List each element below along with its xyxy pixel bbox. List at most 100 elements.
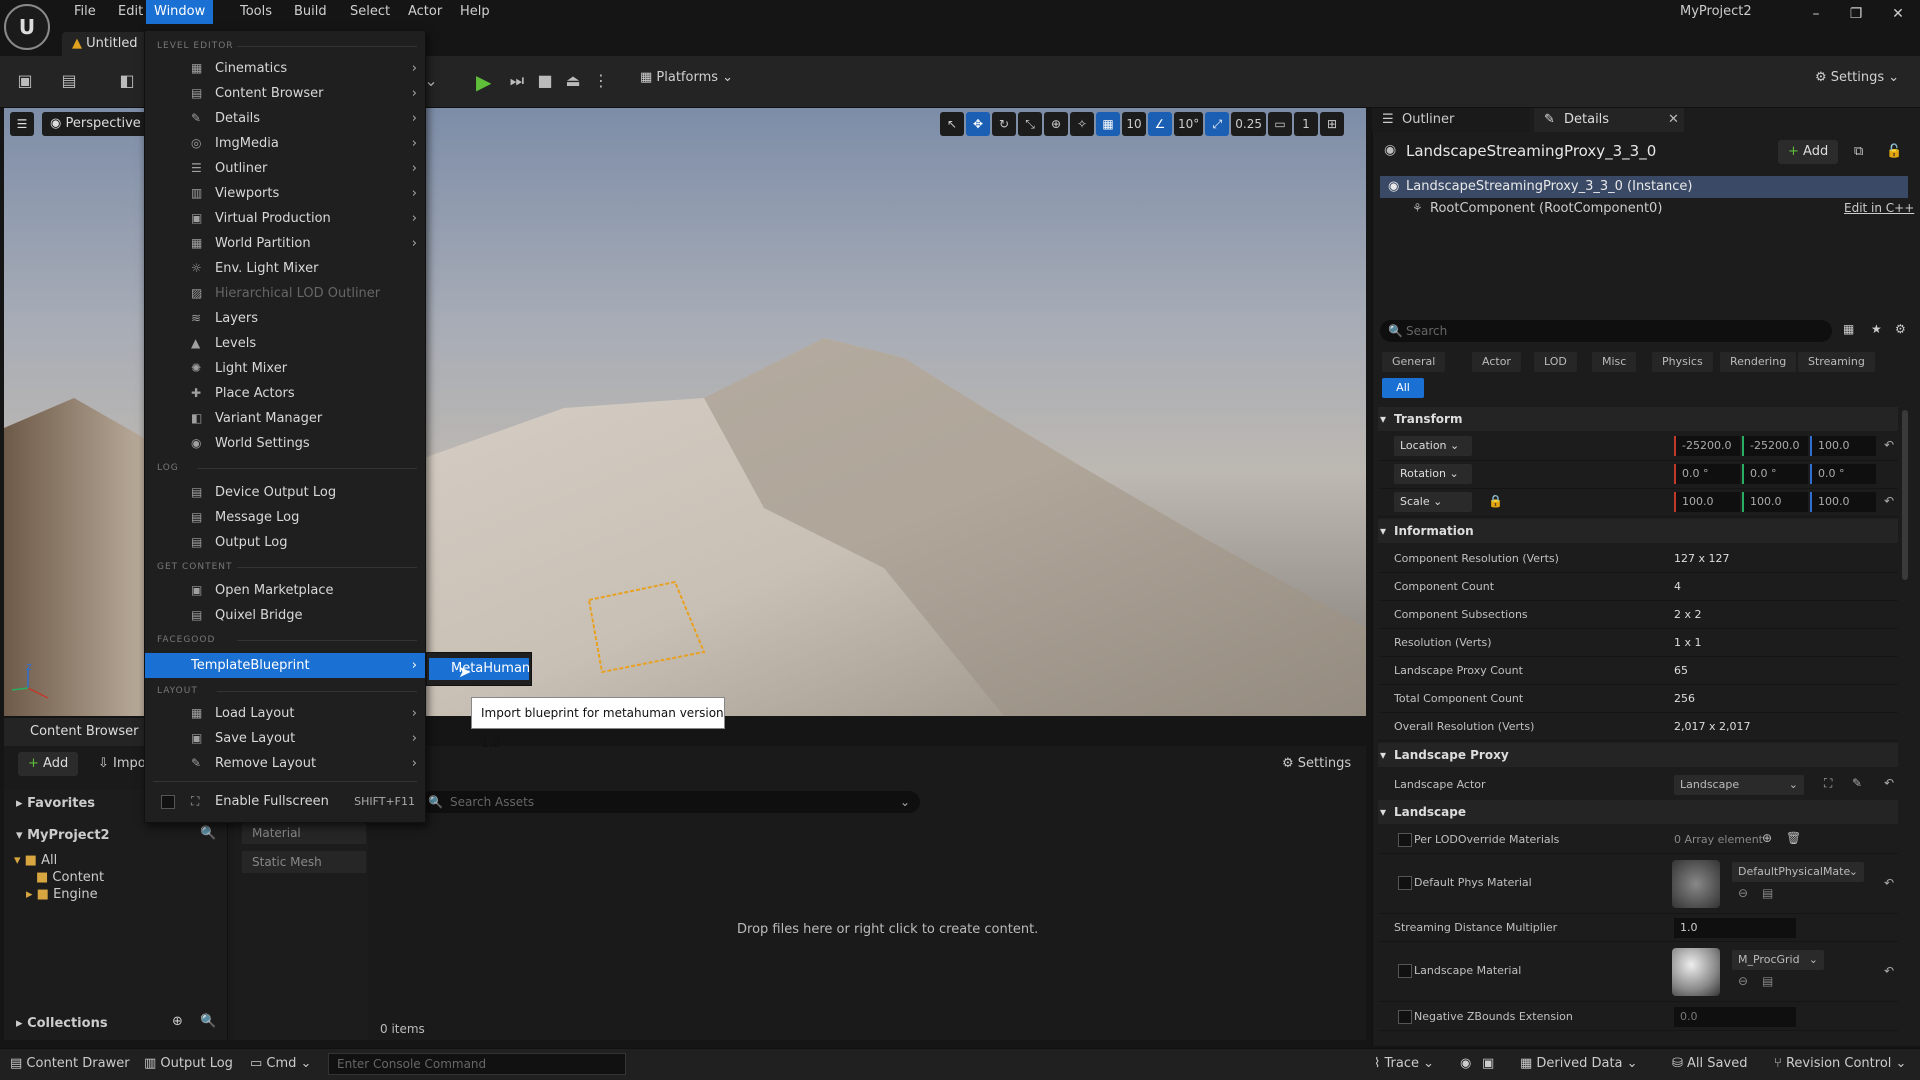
rotation-z[interactable]: 0.0 ° [1810,464,1876,484]
neg-zbounds-input[interactable]: 0.0 [1674,1007,1796,1027]
derived-data-button[interactable]: ▦ Derived Data ⌄ [1520,1056,1638,1071]
menu-item-content-browser[interactable]: ▤ Content Browser › [145,81,425,106]
console-input[interactable]: Enter Console Command [328,1053,626,1075]
translate-icon[interactable]: ✥ [966,112,990,136]
menu-item-outliner[interactable]: ☰ Outliner › [145,156,425,181]
layout-icon[interactable]: ⊞ [1320,112,1344,136]
menu-item-output-log[interactable]: ▤ Output Log [145,530,425,555]
project-header[interactable]: ▾ MyProject2 [16,828,110,843]
add-element-icon[interactable]: ⊕ [1762,831,1772,845]
details-scrollbar[interactable] [1902,410,1908,580]
cb-import-button[interactable]: ⇩ Impo [98,752,146,776]
scale-z[interactable]: 100.0 [1810,492,1876,512]
grid-snap-value[interactable]: 10 [1122,112,1146,136]
per-lod-checkbox[interactable] [1398,833,1412,847]
location-y[interactable]: -25200.0 [1742,436,1808,456]
menu-item-enable-fullscreen[interactable]: ⛶ Enable Fullscreen SHIFT+F11 [145,789,425,814]
search-icon[interactable]: 🔍 [200,1014,216,1029]
menu-help[interactable]: Help [452,0,498,24]
menu-window[interactable]: Window [146,0,214,24]
perspective-button[interactable]: ◉ Perspective [42,112,149,136]
menu-item-details[interactable]: ✎ Details › [145,106,425,131]
use-selected-icon[interactable]: ⊖ [1738,974,1748,988]
landscape-material-dropdown[interactable]: M_ProcGrid ⌄ [1732,950,1824,970]
select-mode-icon[interactable]: ↖ [940,112,964,136]
details-search-input[interactable]: 🔍 Search [1380,320,1832,342]
rotate-icon[interactable]: ↻ [992,112,1016,136]
fullscreen-checkbox[interactable] [161,795,175,809]
rotation-dropdown[interactable]: Rotation ⌄ [1394,464,1472,484]
camera-speed-value[interactable]: 1 [1294,112,1318,136]
menu-item-metahuman[interactable]: MetaHuman [429,658,530,680]
step-icon[interactable]: ⏭ [506,70,528,92]
gear-icon[interactable]: ⚙ [1895,322,1906,336]
menu-tools[interactable]: Tools [232,0,280,24]
tab-details[interactable]: ✎ Details [1534,108,1684,132]
menu-file[interactable]: File [66,0,104,24]
scale-snap-icon[interactable]: ⤢ [1205,112,1230,136]
menu-item-device-output-log[interactable]: ▤ Device Output Log [145,480,425,505]
menu-item-remove-layout[interactable]: ✎ Remove Layout › [145,751,425,776]
browse-icon[interactable]: ▤ [1762,886,1773,900]
cmd-dropdown[interactable]: ▭ Cmd ⌄ [250,1056,311,1071]
camera-icon[interactable]: ▣ [1482,1056,1494,1071]
category-all[interactable]: All [1382,378,1424,398]
scale-x[interactable]: 100.0 [1674,492,1740,512]
tree-item-all[interactable]: ▾ ■ All [14,853,57,868]
menu-item-env-light-mixer[interactable]: ☼ Env. Light Mixer [145,256,425,281]
landscape-material-thumbnail[interactable] [1672,948,1720,996]
use-selected-icon[interactable]: ⊖ [1738,886,1748,900]
collections-header[interactable]: ▸ Collections [16,1016,108,1031]
category-lod[interactable]: LOD [1534,352,1577,372]
add-collection-icon[interactable]: ⊕ [172,1014,183,1029]
save-icon[interactable]: ▣ [14,70,36,92]
close-icon[interactable]: ✕ [1888,6,1908,26]
output-log-button[interactable]: ▥ Output Log [144,1056,233,1071]
blueprint-icon[interactable]: ⧉ [1854,144,1863,159]
reset-icon[interactable]: ↶ [1884,776,1894,790]
content-drawer-button[interactable]: ▤ Content Drawer [10,1056,130,1071]
instance-row[interactable]: ◉ LandscapeStreamingProxy_3_3_0 (Instanc… [1380,176,1908,198]
unreal-logo-icon[interactable]: U [4,4,50,50]
landscape-actor-dropdown[interactable]: Landscape ⌄ [1674,775,1804,795]
lock-icon[interactable]: 🔒 [1488,494,1503,508]
cb-add-button[interactable]: + Add [18,752,79,776]
play-icon[interactable]: ▶ [476,70,491,94]
lock-icon[interactable]: 🔓 [1886,144,1902,159]
menu-item-open-marketplace[interactable]: ▣ Open Marketplace [145,578,425,603]
tab-outliner[interactable]: ☰ Outliner [1372,108,1530,132]
reset-icon[interactable]: ↶ [1884,438,1894,452]
menu-item-world-partition[interactable]: ▦ World Partition › [145,231,425,256]
menu-item-light-mixer[interactable]: ✺ Light Mixer [145,356,425,381]
eyedropper-icon[interactable]: ✎ [1852,776,1862,790]
tree-item-content[interactable]: ■ Content [36,870,104,885]
menu-item-save-layout[interactable]: ▣ Save Layout › [145,726,425,751]
menu-select[interactable]: Select [342,0,398,24]
tree-item-engine[interactable]: ▸ ■ Engine [26,887,98,902]
angle-snap-value[interactable]: 10° [1174,112,1204,136]
menu-item-world-settings[interactable]: ◉ World Settings [145,431,425,456]
search-icon[interactable]: 🔍 [200,826,216,841]
surface-snap-icon[interactable]: ✧ [1070,112,1094,136]
content-browser-tab[interactable]: Content Browser [4,718,144,746]
menu-build[interactable]: Build [286,0,335,24]
level-tab[interactable]: ▲ Untitled [62,32,148,56]
reset-icon[interactable]: ↶ [1884,494,1894,508]
table-view-icon[interactable]: ▦ [1843,322,1854,336]
mode-select-icon[interactable]: ◧ [116,70,138,92]
menu-item-message-log[interactable]: ▤ Message Log [145,505,425,530]
category-actor[interactable]: Actor [1472,352,1521,372]
menu-item-imgmedia[interactable]: ◎ ImgMedia › [145,131,425,156]
rotation-y[interactable]: 0.0 ° [1742,464,1808,484]
menu-edit[interactable]: Edit [110,0,151,24]
filter-material[interactable]: Material [242,822,366,844]
trace-button[interactable]: ⌇ Trace ⌄ [1374,1056,1434,1071]
grid-snap-icon[interactable]: ▦ [1096,112,1120,136]
landscape-material-checkbox[interactable] [1398,964,1412,978]
browse-icon[interactable]: ▤ [58,70,80,92]
cb-settings-button[interactable]: ⚙ Settings [1282,752,1351,776]
angle-snap-icon[interactable]: ∠ [1148,112,1172,136]
transform-header[interactable]: ▾ Transform [1378,407,1898,431]
menu-item-cinematics[interactable]: ▦ Cinematics › [145,56,425,81]
phys-material-thumbnail[interactable] [1672,860,1720,908]
